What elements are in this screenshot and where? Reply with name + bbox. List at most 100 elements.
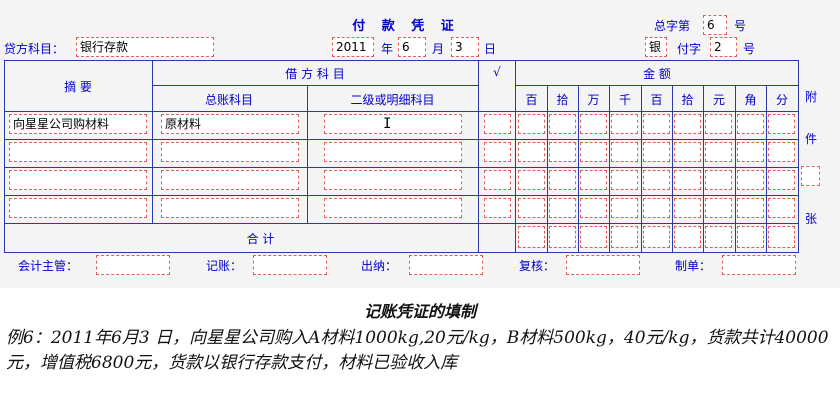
amount-digit-field[interactable]: [737, 142, 764, 162]
general-ledger-field[interactable]: [161, 142, 299, 162]
caption-title: 记账凭证的填制: [363, 302, 476, 321]
grid-row-line-1: [4, 167, 799, 168]
amount-digit-field[interactable]: [518, 198, 545, 218]
total-digit-field[interactable]: [611, 226, 638, 248]
total-digit-field[interactable]: [643, 226, 670, 248]
amount-digit-field[interactable]: [518, 170, 545, 190]
amount-digit-field[interactable]: [580, 142, 607, 162]
total-number-field[interactable]: 6: [703, 15, 727, 35]
grid-digit-divider-5: [703, 85, 704, 253]
preparer-field[interactable]: [722, 255, 796, 275]
total-digit-field[interactable]: [580, 226, 607, 248]
bookkeeping-field[interactable]: [253, 255, 327, 275]
cashier-label: 出纳：: [361, 259, 398, 273]
amount-digit-field[interactable]: [674, 198, 701, 218]
grid-digit-divider-2: [609, 85, 610, 253]
grid-right-border: [798, 60, 799, 253]
digit-header: 拾: [556, 93, 569, 107]
total-digit-field[interactable]: [518, 226, 545, 248]
date-day-field[interactable]: 3: [451, 37, 479, 57]
amount-digit-field[interactable]: [518, 114, 545, 134]
amount-digit-field[interactable]: [549, 198, 576, 218]
detail-account-field[interactable]: [324, 114, 462, 134]
amount-digit-field[interactable]: [580, 114, 607, 134]
date-year-field[interactable]: 2011: [332, 37, 374, 57]
general-ledger-field[interactable]: 原材料: [161, 114, 299, 134]
amount-digit-field[interactable]: [768, 198, 795, 218]
amount-digit-field[interactable]: [705, 170, 732, 190]
amount-digit-field[interactable]: [611, 142, 638, 162]
digit-header: 千: [618, 93, 631, 107]
check-field[interactable]: [484, 114, 511, 134]
amount-digit-field[interactable]: [580, 170, 607, 190]
grid-digit-divider-7: [766, 85, 767, 253]
grid-top-border: [4, 60, 799, 61]
amount-digit-field[interactable]: [643, 170, 670, 190]
day-label: 日: [484, 42, 497, 56]
check-field[interactable]: [484, 198, 511, 218]
attachment-count-field[interactable]: [801, 166, 820, 186]
general-ledger-field[interactable]: [161, 198, 299, 218]
total-digit-field[interactable]: [768, 226, 795, 248]
general-ledger-field[interactable]: [161, 170, 299, 190]
amount-digit-field[interactable]: [580, 198, 607, 218]
review-field[interactable]: [566, 255, 640, 275]
check-field[interactable]: [484, 142, 511, 162]
summary-field[interactable]: [9, 170, 147, 190]
cashier-field[interactable]: [409, 255, 483, 275]
detail-account-field[interactable]: [324, 170, 462, 190]
amount-digit-field[interactable]: [643, 114, 670, 134]
total-digit-field[interactable]: [549, 226, 576, 248]
amount-digit-field[interactable]: [549, 114, 576, 134]
amount-digit-field[interactable]: [674, 170, 701, 190]
amount-digit-field[interactable]: [737, 170, 764, 190]
total-digit-field[interactable]: [737, 226, 764, 248]
detail-account-field[interactable]: [324, 198, 462, 218]
attachment-char-1: 附: [805, 90, 818, 104]
amount-digit-field[interactable]: [768, 142, 795, 162]
summary-field[interactable]: [9, 142, 147, 162]
total-digit-field[interactable]: [705, 226, 732, 248]
summary-field[interactable]: 向星星公司购材料: [9, 114, 147, 134]
grid-col-check-end: [515, 60, 516, 253]
digit-header: 百: [525, 93, 538, 107]
amount-digit-field[interactable]: [549, 170, 576, 190]
amount-digit-field[interactable]: [674, 114, 701, 134]
amount-digit-field[interactable]: [549, 142, 576, 162]
amount-digit-field[interactable]: [768, 170, 795, 190]
amount-digit-field[interactable]: [705, 114, 732, 134]
grid-digit-divider-3: [641, 85, 642, 253]
amount-digit-field[interactable]: [611, 198, 638, 218]
fu-number-field[interactable]: 2: [710, 37, 737, 57]
amount-digit-field[interactable]: [518, 142, 545, 162]
total-digit-field[interactable]: [674, 226, 701, 248]
amount-digit-field[interactable]: [768, 114, 795, 134]
check-field[interactable]: [484, 170, 511, 190]
grid-header-bottom: [4, 111, 799, 112]
detail-account-field[interactable]: [324, 142, 462, 162]
amount-digit-field[interactable]: [674, 142, 701, 162]
amount-digit-field[interactable]: [643, 142, 670, 162]
digit-header: 角: [744, 93, 757, 107]
amount-digit-field[interactable]: [705, 198, 732, 218]
summary-field[interactable]: [9, 198, 147, 218]
grid-bottom-border: [4, 252, 799, 253]
supervisor-field[interactable]: [96, 255, 170, 275]
amount-digit-field[interactable]: [643, 198, 670, 218]
caption-area: 记账凭证的填制 例6：2011年6月3 日，向星星公司购入A材料1000kg,2…: [0, 296, 840, 400]
amount-digit-field[interactable]: [611, 170, 638, 190]
amount-digit-field[interactable]: [705, 142, 732, 162]
amount-digit-field[interactable]: [737, 198, 764, 218]
grid-col-summary-end: [152, 60, 153, 224]
bookkeeping-label: 记账：: [206, 259, 243, 273]
credit-account-field[interactable]: 银行存款: [76, 37, 214, 57]
voucher-type-field[interactable]: 银: [645, 37, 667, 57]
detail-account-header: 二级或明细科目: [350, 93, 435, 107]
grid-row-line-0: [4, 139, 799, 140]
date-month-field[interactable]: 6: [398, 37, 426, 57]
amount-digit-field[interactable]: [737, 114, 764, 134]
attachment-char-3: 张: [805, 212, 818, 226]
digit-header: 拾: [681, 93, 694, 107]
grid-digit-divider-6: [735, 85, 736, 253]
amount-digit-field[interactable]: [611, 114, 638, 134]
